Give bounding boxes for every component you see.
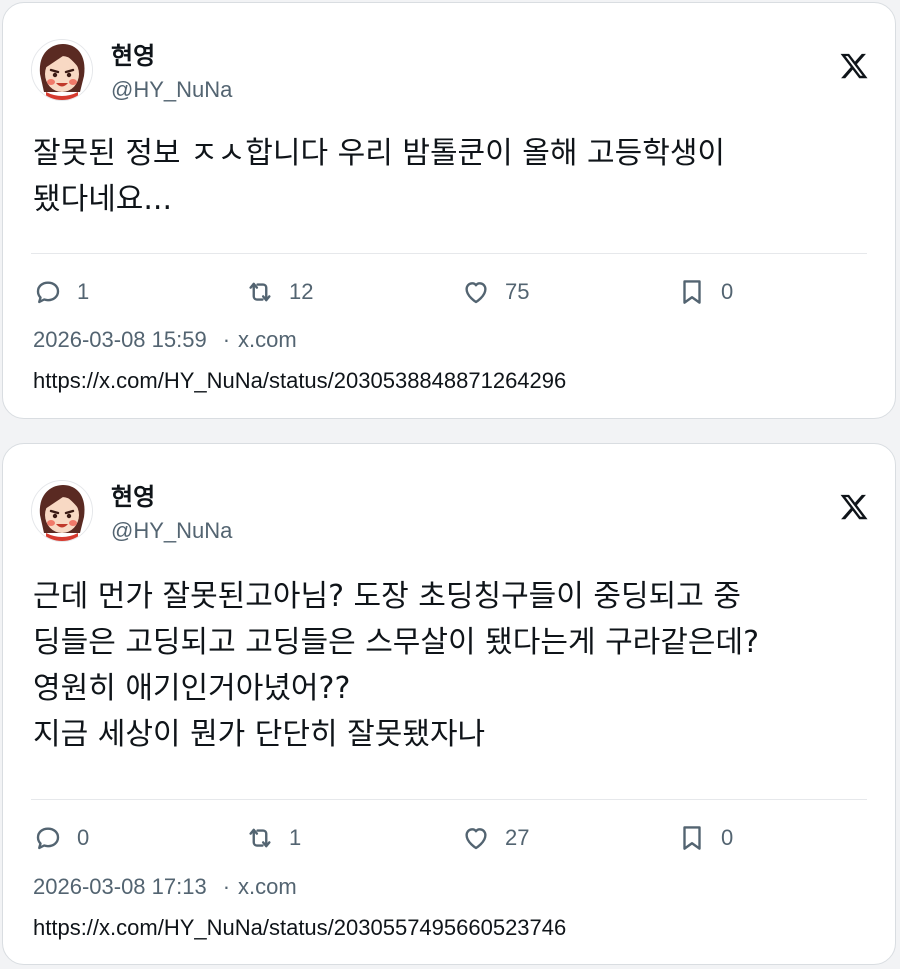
- reply-count: 0: [77, 825, 90, 850]
- like-button[interactable]: 75: [461, 277, 529, 307]
- heart-icon: [465, 282, 487, 304]
- display-name[interactable]: 현영: [111, 36, 155, 71]
- source[interactable]: x.com: [238, 874, 297, 899]
- timestamp[interactable]: 2026-03-08 15:59: [33, 327, 207, 352]
- heart-icon: [465, 828, 487, 850]
- meta-separator: ·: [222, 327, 231, 352]
- retweet-icon: [249, 282, 271, 302]
- reply-button[interactable]: 0: [33, 823, 89, 853]
- divider: [31, 799, 867, 800]
- tweet-text: 근데 먼가 잘못된고아님? 도장 초딩칭구들이 중딩되고 중 딩들은 고딩되고 …: [33, 579, 760, 752]
- tweet-meta: 2026-03-08 15:59 · x.com: [33, 327, 297, 353]
- like-count: 75: [505, 279, 530, 304]
- bookmark-button[interactable]: 0: [677, 277, 733, 307]
- reply-icon: [36, 827, 60, 850]
- action-bar: 0 1 27 0: [33, 823, 867, 857]
- retweet-count: 1: [289, 825, 302, 850]
- avatar[interactable]: [31, 39, 93, 101]
- retweet-count: 12: [289, 279, 314, 304]
- tweet-url[interactable]: https://x.com/HY_NuNa/status/20305388488…: [33, 368, 566, 394]
- user-handle[interactable]: @HY_NuNa: [111, 518, 232, 544]
- timestamp[interactable]: 2026-03-08 17:13: [33, 874, 207, 899]
- tweet-meta: 2026-03-08 17:13 · x.com: [33, 874, 297, 900]
- reply-button[interactable]: 1: [33, 277, 89, 307]
- retweet-button[interactable]: 1: [245, 823, 301, 853]
- reply-icon: [36, 281, 60, 304]
- tweet-url[interactable]: https://x.com/HY_NuNa/status/20305574956…: [33, 915, 566, 941]
- display-name[interactable]: 현영: [111, 477, 155, 512]
- x-logo-icon[interactable]: [839, 492, 869, 522]
- retweet-icon: [249, 828, 271, 848]
- reply-count: 1: [77, 279, 90, 304]
- meta-separator: ·: [222, 874, 231, 899]
- bookmark-count: 0: [721, 279, 734, 304]
- tweet-text: 잘못된 정보 ㅈㅅ합니다 우리 밤톨쿤이 올해 고등학생이 됐다네요...: [33, 136, 726, 217]
- bookmark-count: 0: [721, 825, 734, 850]
- avatar-illustration: [32, 40, 92, 100]
- divider: [31, 253, 867, 254]
- tweet-card: 현영 @HY_NuNa 근데 먼가 잘못된고아님? 도장 초딩칭구들이 중딩되고…: [2, 443, 896, 965]
- like-button[interactable]: 27: [461, 823, 529, 853]
- avatar[interactable]: [31, 480, 93, 542]
- like-count: 27: [505, 825, 530, 850]
- source[interactable]: x.com: [238, 327, 297, 352]
- bookmark-icon: [683, 826, 701, 850]
- bookmark-button[interactable]: 0: [677, 823, 733, 853]
- bookmark-icon: [683, 280, 701, 304]
- tweet-card: 현영 @HY_NuNa 잘못된 정보 ㅈㅅ합니다 우리 밤톨쿤이 올해 고등학생…: [2, 2, 896, 419]
- user-handle[interactable]: @HY_NuNa: [111, 77, 232, 103]
- avatar-illustration: [32, 481, 92, 541]
- action-bar: 1 12 75 0: [33, 277, 867, 311]
- retweet-button[interactable]: 12: [245, 277, 313, 307]
- x-logo-icon[interactable]: [839, 51, 869, 81]
